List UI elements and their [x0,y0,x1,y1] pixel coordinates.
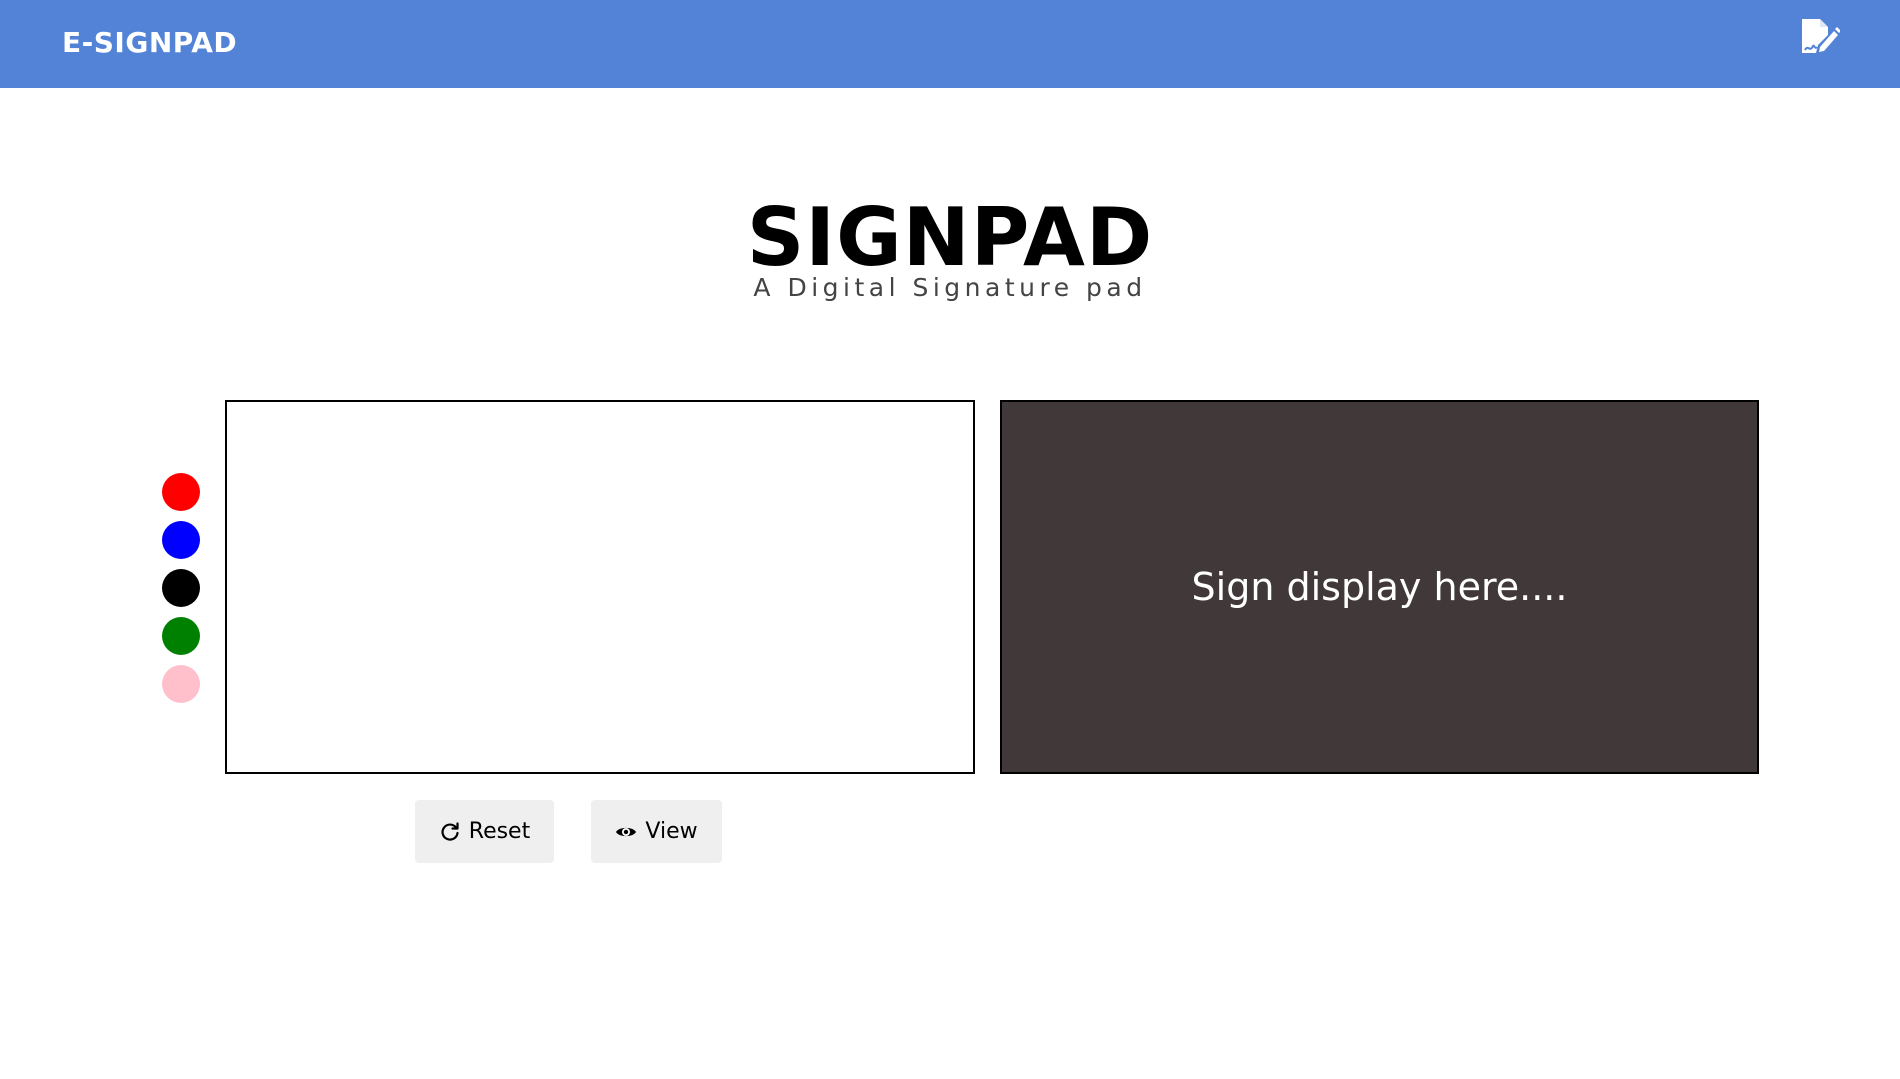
color-swatch-blue[interactable] [162,521,200,559]
signature-canvas[interactable] [225,400,975,774]
reset-button-label: Reset [468,819,531,844]
page-subtitle: A Digital Signature pad [753,273,1147,302]
reset-button[interactable]: Reset [415,800,554,863]
color-swatch-red[interactable] [162,473,200,511]
color-swatch-black[interactable] [162,569,200,607]
signature-display-placeholder: Sign display here.... [1191,565,1568,609]
view-button[interactable]: View [591,800,722,863]
refresh-icon [439,821,461,843]
signature-display-panel: Sign display here.... [1000,400,1759,774]
brand-logo-text[interactable]: E-SIGNPAD [62,22,237,64]
signature-edit-icon[interactable] [1796,17,1841,61]
color-swatch-green[interactable] [162,617,200,655]
color-swatch-pink[interactable] [162,665,200,703]
top-navbar: E-SIGNPAD [0,0,1900,88]
eye-icon [615,821,637,843]
view-button-label: View [645,819,698,844]
